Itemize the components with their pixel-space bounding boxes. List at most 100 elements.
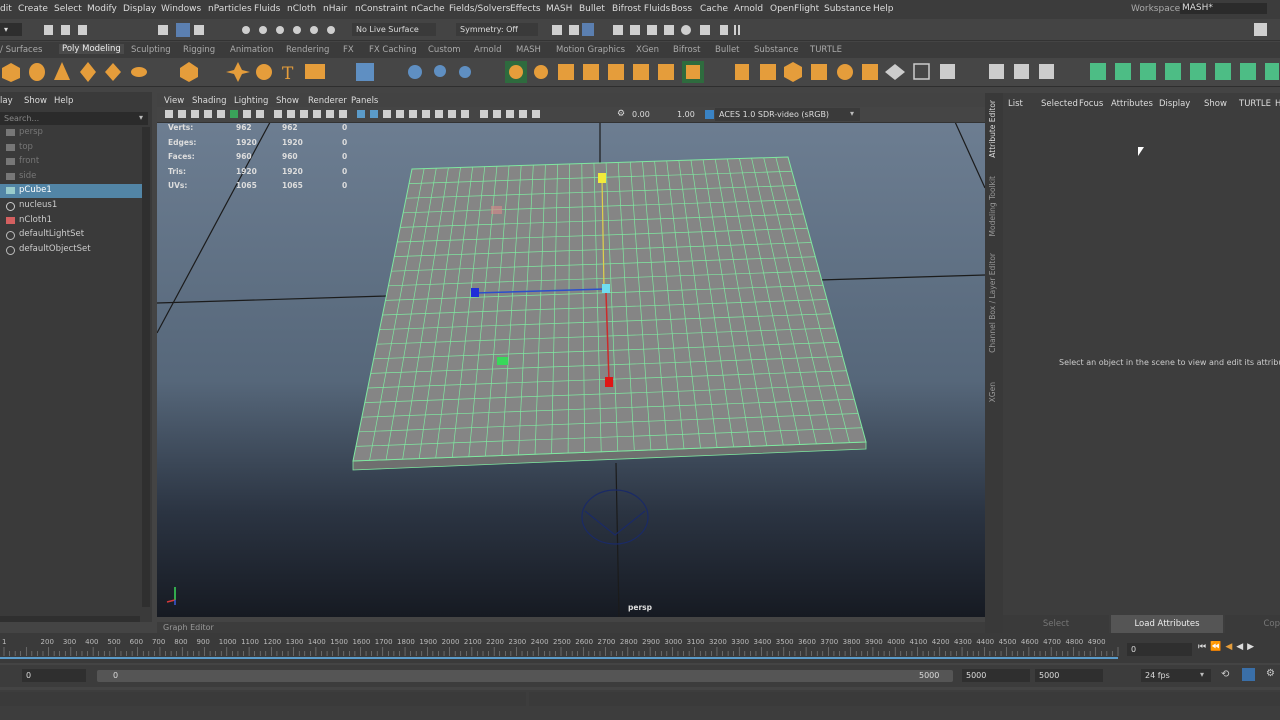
side-tab[interactable]: Attribute Editor xyxy=(988,100,997,158)
automatic-map-icon[interactable] xyxy=(1190,63,1206,80)
menu-bullet[interactable]: Bullet xyxy=(579,4,605,14)
menu-windows[interactable]: Windows xyxy=(161,4,201,14)
loop-icon[interactable]: ⟲ xyxy=(1221,669,1229,680)
default-material-icon[interactable] xyxy=(383,110,391,118)
menu-nparticles[interactable]: nParticles xyxy=(208,4,252,14)
shelf-tab-animation[interactable]: Animation xyxy=(230,45,273,55)
attr-menu-selected[interactable]: Selected xyxy=(1041,99,1078,109)
select-button[interactable]: Select xyxy=(1003,615,1109,633)
safe-action-icon[interactable] xyxy=(326,110,334,118)
shelf-tab-bifrost[interactable]: Bifrost xyxy=(673,45,700,55)
append-icon[interactable] xyxy=(583,64,599,80)
menu-mash[interactable]: MASH xyxy=(546,4,572,14)
fps-dropdown-icon[interactable]: ▾ xyxy=(1200,670,1204,679)
smooth-icon[interactable] xyxy=(459,66,471,78)
bridge-icon[interactable] xyxy=(534,65,548,79)
wireframe-shade-icon[interactable] xyxy=(357,110,365,118)
range-slider-track[interactable] xyxy=(97,670,953,682)
combine-icon[interactable] xyxy=(408,65,422,79)
menu-help[interactable]: Help xyxy=(873,4,894,14)
xray-joint-icon[interactable] xyxy=(519,110,527,118)
shelf-tab-xgen[interactable]: XGen xyxy=(636,45,659,55)
viewport-menu-view[interactable]: View xyxy=(164,96,184,106)
unfold-icon[interactable] xyxy=(1090,63,1106,80)
manipulator-z-handle[interactable] xyxy=(605,377,613,387)
menu-fields-solvers[interactable]: Fields/Solvers xyxy=(449,4,510,14)
outliner-item-ncloth1[interactable]: nCloth1 xyxy=(0,214,142,228)
shelf-tab-poly-modeling[interactable]: Poly Modeling xyxy=(59,44,124,54)
attr-menu-list[interactable]: List xyxy=(1008,99,1023,109)
attr-menu-help[interactable]: Help xyxy=(1275,99,1280,109)
viewport-menu-renderer[interactable]: Renderer xyxy=(308,96,347,106)
workspace-value[interactable]: MASH* xyxy=(1180,3,1267,14)
shelf-tab-rigging[interactable]: Rigging xyxy=(183,45,215,55)
shelf-tab-arnold[interactable]: Arnold xyxy=(474,45,502,55)
menu-arnold[interactable]: Arnold xyxy=(734,4,763,14)
poly-cylinder-icon[interactable] xyxy=(29,63,45,81)
poly-cube-icon[interactable] xyxy=(2,63,20,82)
spherical-map-icon[interactable] xyxy=(1165,63,1181,80)
poly-disc-icon[interactable] xyxy=(131,67,147,77)
shelf-tab-turtle[interactable]: TURTLE xyxy=(810,45,842,55)
safe-title-icon[interactable] xyxy=(339,110,347,118)
menu-ncloth[interactable]: nCloth xyxy=(287,4,316,14)
menu-display[interactable]: Display xyxy=(123,4,156,14)
uv-editor-icon[interactable] xyxy=(356,63,374,81)
outliner-scrollbar[interactable] xyxy=(142,127,150,607)
outliner-item-nucleus1[interactable]: nucleus1 xyxy=(0,199,142,213)
outliner-menu-item[interactable]: Show xyxy=(24,96,47,106)
menu-effects[interactable]: Effects xyxy=(510,4,541,14)
isolate-icon[interactable] xyxy=(493,110,501,118)
manipulator-plane-handle-2[interactable] xyxy=(491,206,502,214)
pencil-icon[interactable] xyxy=(989,64,1004,79)
menu-fluids[interactable]: Fluids xyxy=(254,4,280,14)
target-weld-icon[interactable] xyxy=(658,64,674,80)
side-tab[interactable]: Channel Box / Layer Editor xyxy=(988,253,997,353)
gate-mask-icon[interactable] xyxy=(300,110,308,118)
extrude-icon[interactable] xyxy=(558,64,574,80)
resolution-gate-icon[interactable] xyxy=(287,110,295,118)
outliner-hscrollbar[interactable] xyxy=(0,616,140,622)
shelf-tab-rendering[interactable]: Rendering xyxy=(286,45,329,55)
shadows-icon[interactable] xyxy=(422,110,430,118)
outliner-menu-item[interactable]: lay xyxy=(0,96,13,106)
side-tab[interactable]: Modeling Toolkit xyxy=(988,176,997,236)
menu-substance[interactable]: Substance xyxy=(824,4,871,14)
menu-dit[interactable]: dit xyxy=(0,4,12,14)
outliner-item-top[interactable]: top xyxy=(0,141,142,155)
play-forward-icon[interactable]: ▶ xyxy=(1247,642,1258,652)
merge-icon[interactable] xyxy=(633,64,649,80)
viewport-menu-shading[interactable]: Shading xyxy=(192,96,227,106)
svg-tool-icon[interactable] xyxy=(305,64,325,79)
playback-controls[interactable]: ⏮⏪◀◀▶ xyxy=(1198,642,1258,652)
menu-nhair[interactable]: nHair xyxy=(323,4,347,14)
play-back-icon[interactable]: ◀ xyxy=(1236,642,1247,652)
fill-hole-icon[interactable] xyxy=(608,64,624,80)
sculpt-icon[interactable] xyxy=(940,64,955,79)
field-chart-icon[interactable] xyxy=(313,110,321,118)
menu-ncache[interactable]: nCache xyxy=(411,4,445,14)
edge-flow-icon[interactable] xyxy=(1014,64,1029,79)
step-back-icon[interactable]: ⏪ xyxy=(1210,642,1225,652)
poly-plane-icon[interactable] xyxy=(105,63,121,81)
camera-select-icon[interactable] xyxy=(165,110,173,118)
color-management-icon[interactable] xyxy=(705,110,714,119)
shelf-tab-custom[interactable]: Custom xyxy=(428,45,461,55)
statusline-icons[interactable] xyxy=(0,19,1280,40)
sweep-mesh-icon[interactable] xyxy=(256,64,272,80)
viewport-toolbar-icons[interactable] xyxy=(157,107,617,122)
grease-pencil-icon[interactable] xyxy=(230,110,238,118)
remesh-icon[interactable] xyxy=(862,64,878,80)
shelf-tab-motion-graphics[interactable]: Motion Graphics xyxy=(556,45,625,55)
outliner-item-defaultobjectset[interactable]: defaultObjectSet xyxy=(0,243,142,257)
xray-comp-icon[interactable] xyxy=(532,110,540,118)
time-slider[interactable]: 1 200 300 400 500 600 700 800 900 1000 1100 1200 130… xyxy=(0,633,1280,663)
graph-editor-label[interactable]: Graph Editor xyxy=(163,623,214,632)
outliner-item-pcube1[interactable]: pCube1 xyxy=(0,184,142,199)
xray-icon[interactable] xyxy=(506,110,514,118)
2d-pan-icon[interactable] xyxy=(217,110,225,118)
smooth-shade-icon[interactable] xyxy=(370,110,378,118)
auto-key-icon[interactable] xyxy=(1242,668,1255,681)
outliner-search-input[interactable]: Search... xyxy=(0,112,148,125)
attr-menu-show[interactable]: Show xyxy=(1204,99,1227,109)
